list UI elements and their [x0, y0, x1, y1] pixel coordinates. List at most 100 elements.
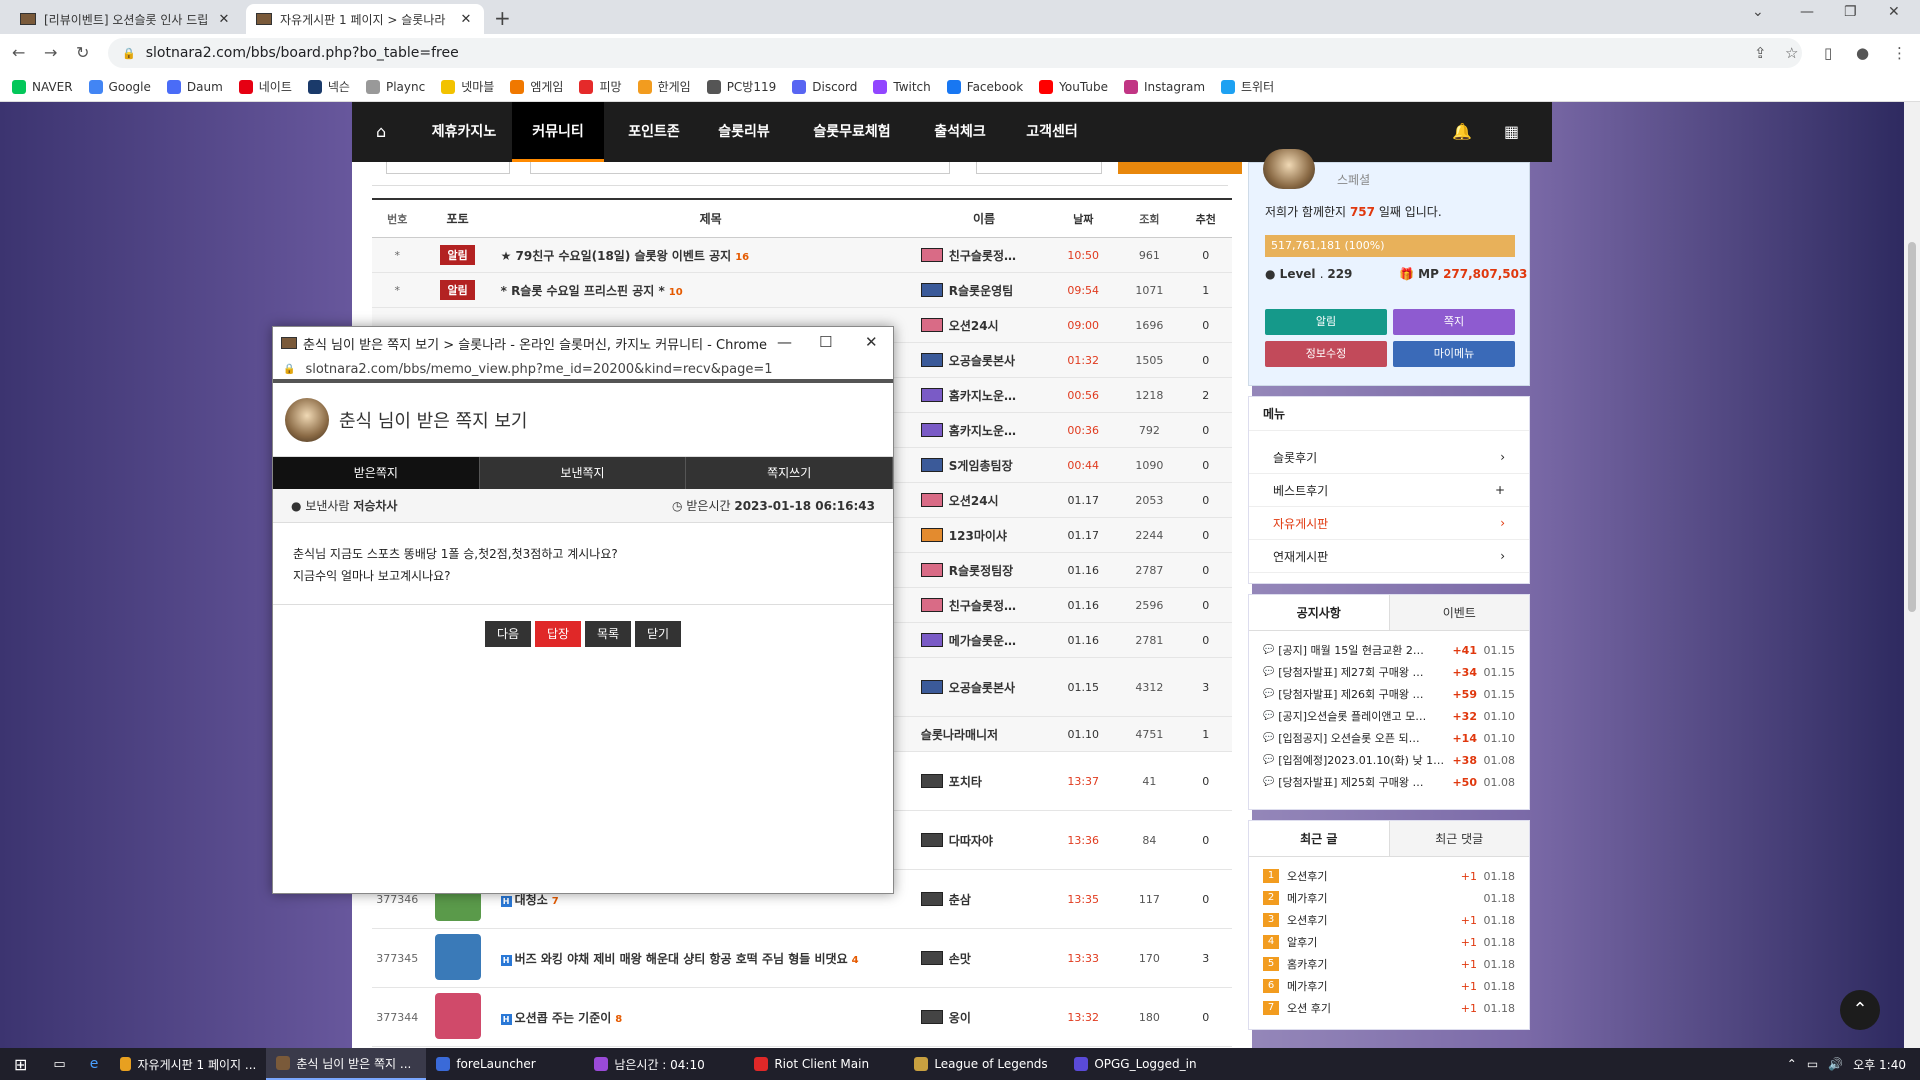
- bookmark-item[interactable]: Google: [88, 79, 151, 94]
- memo-button[interactable]: 쪽지: [1393, 309, 1515, 335]
- my-menu-button[interactable]: 마이메뉴: [1393, 341, 1515, 367]
- sidebar-menu-item[interactable]: 연재게시판 ›: [1249, 540, 1529, 573]
- row-title[interactable]: H 버즈 와킹 야채 제비 매왕 해운대 샹티 항공 호떡 주님 형들 비댓요 4: [493, 950, 921, 967]
- row-author[interactable]: 오공슬롯본사: [920, 679, 1047, 696]
- star-icon[interactable]: ☆: [1785, 44, 1798, 62]
- row-title-text[interactable]: * R슬롯 수요일 프리스핀 공지 *: [501, 284, 665, 298]
- row-title-text[interactable]: 버즈 와킹 야채 제비 매왕 해운대 샹티 항공 호떡 주님 형들 비댓요: [515, 952, 848, 966]
- tab-notice[interactable]: 공지사항: [1249, 595, 1390, 630]
- windows-start-icon[interactable]: ⊞: [14, 1055, 27, 1074]
- nav-item[interactable]: 슬롯무료체험: [788, 102, 916, 162]
- bookmark-item[interactable]: 넷마블: [441, 78, 494, 95]
- new-tab-icon[interactable]: +: [494, 6, 511, 30]
- taskbar-app[interactable]: 자유게시판 1 페이지 ...: [110, 1048, 266, 1080]
- close-icon[interactable]: ✕: [216, 12, 232, 27]
- row-author[interactable]: 다따자야: [920, 832, 1047, 849]
- table-row[interactable]: * 알림 ★ 79친구 수요일(18일) 슬롯왕 이벤트 공지 16 친구슬롯정… 10:…: [372, 238, 1232, 273]
- row-thumbnail[interactable]: [434, 992, 481, 1039]
- scroll-top-button[interactable]: ⌃: [1840, 990, 1880, 1030]
- forward-icon[interactable]: →: [44, 43, 57, 62]
- recent-item[interactable]: 5 홈카후기 +1 01.18: [1249, 953, 1529, 975]
- author-name[interactable]: 오션24시: [949, 317, 999, 334]
- volume-icon[interactable]: 🔊: [1828, 1057, 1843, 1071]
- notice-item[interactable]: 💬 [입점예정]2023.01.10(화) 낮 1… +38 01.08: [1249, 749, 1529, 771]
- taskbar-app[interactable]: foreLauncher: [426, 1048, 584, 1080]
- author-name[interactable]: 손맛: [949, 950, 971, 967]
- row-author[interactable]: 오공슬롯본사: [920, 352, 1047, 369]
- edge-icon[interactable]: e: [90, 1056, 99, 1072]
- row-author[interactable]: 오션24시: [920, 317, 1047, 334]
- tab-recent-posts[interactable]: 최근 글: [1249, 821, 1390, 856]
- row-author[interactable]: 춘삼: [920, 891, 1047, 908]
- profile-icon[interactable]: ●: [1856, 44, 1869, 62]
- bookmark-item[interactable]: Instagram: [1123, 79, 1205, 94]
- clock[interactable]: 오후 1:40: [1853, 1056, 1906, 1073]
- bookmark-item[interactable]: PC방119: [706, 78, 776, 95]
- nav-item[interactable]: 출석체크: [916, 102, 1004, 162]
- author-name[interactable]: R슬롯운영팀: [949, 282, 1013, 299]
- author-name[interactable]: S게임총팀장: [949, 457, 1013, 474]
- list-button[interactable]: 목록: [585, 621, 631, 647]
- grid-menu-icon[interactable]: ▦: [1504, 122, 1519, 141]
- browser-tab-free-board[interactable]: 자유게시판 1 페이지 > 슬롯나라 ✕: [246, 4, 484, 34]
- author-name[interactable]: 친구슬롯정…: [949, 597, 1016, 614]
- row-author[interactable]: 슬롯나라매니저: [921, 726, 1047, 743]
- row-thumbnail[interactable]: [434, 933, 481, 980]
- notice-item[interactable]: 💬 [공지] 매월 15일 현금교환 2… +41 01.15: [1249, 639, 1529, 661]
- notice-title[interactable]: [입점공지] 오션슬롯 오픈 되…: [1278, 730, 1447, 746]
- row-author[interactable]: 친구슬롯정…: [920, 247, 1047, 264]
- row-author[interactable]: 메가슬롯운…: [920, 632, 1047, 649]
- bookmark-item[interactable]: Twitch: [873, 79, 931, 94]
- recent-item[interactable]: 3 오션후기 +1 01.18: [1249, 909, 1529, 931]
- sidebar-menu-item[interactable]: 베스트후기 +: [1249, 474, 1529, 507]
- bookmark-item[interactable]: 한게임: [637, 78, 691, 95]
- tab-sent[interactable]: 보낸쪽지: [480, 457, 687, 489]
- bookmark-item[interactable]: 네이트: [238, 78, 292, 95]
- row-author[interactable]: 옹이: [920, 1009, 1047, 1026]
- notice-title[interactable]: [공지]오션슬롯 플레이앤고 모…: [1278, 708, 1447, 724]
- notice-item[interactable]: 💬 [당첨자발표] 제25회 구매왕 … +50 01.08: [1249, 771, 1529, 793]
- row-author[interactable]: R슬롯정팀장: [920, 562, 1047, 579]
- close-window-icon[interactable]: ✕: [865, 333, 878, 351]
- row-author[interactable]: 포치타: [920, 773, 1047, 790]
- author-name[interactable]: 춘삼: [949, 891, 971, 908]
- row-title[interactable]: ★ 79친구 수요일(18일) 슬롯왕 이벤트 공지 16: [493, 247, 921, 264]
- bookmark-item[interactable]: 엠게임: [510, 78, 563, 95]
- row-author[interactable]: S게임총팀장: [920, 457, 1047, 474]
- row-author[interactable]: 홈카지노운…: [920, 387, 1047, 404]
- row-author[interactable]: R슬롯운영팀: [920, 282, 1047, 299]
- notification-button[interactable]: 알림: [1265, 309, 1387, 335]
- row-title-text[interactable]: 오션콥 주는 기준이: [515, 1011, 612, 1025]
- tab-received[interactable]: 받은쪽지: [273, 457, 480, 489]
- bell-icon[interactable]: 🔔: [1452, 122, 1472, 141]
- table-row[interactable]: * 알림 * R슬롯 수요일 프리스핀 공지 * 10 R슬롯운영팀 09:54 1071 1: [372, 273, 1232, 308]
- author-name[interactable]: 123마이샤: [949, 527, 1007, 544]
- nav-item[interactable]: 제휴카지노: [416, 102, 512, 162]
- reply-button[interactable]: 답장: [535, 621, 581, 647]
- row-author[interactable]: 123마이샤: [920, 527, 1047, 544]
- bookmark-item[interactable]: NAVER: [12, 79, 73, 94]
- author-name[interactable]: R슬롯정팀장: [949, 562, 1013, 579]
- recent-item[interactable]: 4 알후기 +1 01.18: [1249, 931, 1529, 953]
- browser-tab-review[interactable]: [리뷰이벤트] 오션슬롯 인사 드립 ✕: [10, 4, 242, 34]
- bookmark-item[interactable]: Facebook: [946, 79, 1023, 94]
- bookmark-item[interactable]: YouTube: [1039, 79, 1108, 94]
- row-author[interactable]: 오션24시: [920, 492, 1047, 509]
- notice-title[interactable]: [당첨자발표] 제26회 구매왕 …: [1278, 686, 1447, 702]
- notice-item[interactable]: 💬 [공지]오션슬롯 플레이앤고 모… +32 01.10: [1249, 705, 1529, 727]
- notice-title[interactable]: [당첨자발표] 제27회 구매왕 …: [1278, 664, 1447, 680]
- row-author[interactable]: 손맛: [920, 950, 1047, 967]
- recent-title[interactable]: 오션후기: [1287, 868, 1457, 884]
- close-button[interactable]: 닫기: [635, 621, 681, 647]
- author-name[interactable]: 옹이: [949, 1009, 971, 1026]
- bookmark-item[interactable]: 넥슨: [307, 78, 350, 95]
- author-name[interactable]: 포치타: [949, 773, 982, 790]
- chevron-down-icon[interactable]: ⌄: [1752, 4, 1764, 20]
- chevron-up-icon[interactable]: ⌃: [1787, 1057, 1797, 1071]
- recent-item[interactable]: 2 메가후기 01.18: [1249, 887, 1529, 909]
- popup-address-bar[interactable]: 🔒 slotnara2.com/bbs/memo_view.php?me_id=…: [273, 359, 893, 383]
- notice-title[interactable]: [당첨자발표] 제25회 구매왕 …: [1278, 774, 1447, 790]
- recent-title[interactable]: 홈카후기: [1287, 956, 1457, 972]
- restore-icon[interactable]: ❐: [1844, 4, 1857, 20]
- share-icon[interactable]: ⇪: [1754, 44, 1767, 62]
